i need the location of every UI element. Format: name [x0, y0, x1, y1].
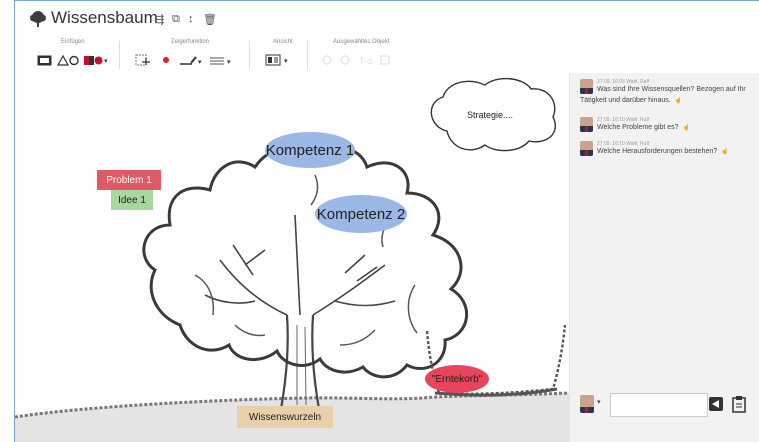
line-style-button[interactable]: ▾: [209, 53, 233, 67]
strategie-cloud-label[interactable]: Strategie....: [445, 105, 535, 125]
image-icon: [37, 55, 52, 65]
avatar: [580, 79, 593, 94]
group-label-einfuegen: Einfügen: [61, 39, 85, 45]
avatar: [580, 141, 593, 156]
tree-drawing: [15, 78, 569, 442]
share-icon[interactable]: ⇶: [155, 13, 164, 26]
chat-message: 27.09. 16:10 Wahl, Ralf Welche Herausfor…: [580, 141, 758, 161]
message-meta: 27.09. 16:03 Wahl, Ralf: [597, 79, 650, 85]
wissenswurzeln-label: Wissenswurzeln: [248, 411, 322, 423]
pen-tool-button[interactable]: ▾: [179, 53, 203, 67]
user-select-button[interactable]: ▾: [580, 395, 604, 413]
line-style-icon: ▾: [210, 57, 231, 66]
kompetenz-1-ellipse[interactable]: Kompetenz 1: [265, 132, 355, 168]
disabled-object-icons: T O: [322, 55, 390, 66]
message-text: Welche Herausforderungen bestehen? ☝: [597, 148, 729, 155]
insert-color-button[interactable]: ▾: [83, 53, 109, 67]
message-meta: 27.09. 16:10 Wahl, Ralf: [597, 117, 650, 123]
svg-text:▾: ▾: [104, 58, 108, 65]
group-label-ansicht: Ansicht: [273, 39, 293, 45]
chevron-down-icon: ▾: [597, 399, 601, 406]
message-meta: 27.09. 16:10 Wahl, Ralf: [597, 141, 650, 147]
wissenswurzeln-box[interactable]: Wissenswurzeln: [237, 406, 333, 428]
kompetenz-2-label: Kompetenz 2: [316, 205, 406, 223]
avatar: [580, 117, 593, 132]
message-text-continued: Tätigkeit und darüber hinaus. ☝: [580, 97, 683, 104]
strategie-label: Strategie....: [466, 110, 514, 120]
svg-text:▾: ▾: [198, 59, 202, 66]
copy-icon[interactable]: ⧉: [172, 13, 180, 26]
ribbon-toolbar: Einfügen ▾ Zeigerfunktion ▾ ▾ Ansicht ▾: [15, 39, 759, 73]
title-bar: Wissensbaum ⇶ ⧉ ↕ 🗑: [15, 1, 759, 35]
chat-input[interactable]: [610, 393, 708, 417]
insert-shape-button[interactable]: [57, 53, 79, 67]
pen-icon: ▾: [180, 55, 202, 66]
like-icon[interactable]: ☝: [675, 98, 682, 104]
view-button[interactable]: ▾: [265, 53, 291, 67]
avatar: [580, 395, 594, 413]
trash-icon[interactable]: 🗑: [203, 13, 217, 26]
shapes-icon: [57, 54, 79, 66]
idee-1-note[interactable]: Idee 1: [111, 190, 153, 210]
select-tool-button[interactable]: [135, 53, 153, 67]
svg-text:O: O: [367, 59, 373, 66]
chat-message: 27.09. 16:03 Wahl, Ralf Was sind Ihre Wi…: [580, 79, 758, 109]
red-dot-icon: [163, 57, 169, 63]
chat-message: 27.09. 16:10 Wahl, Ralf Welche Probleme …: [580, 117, 758, 137]
svg-text:T: T: [359, 56, 365, 66]
app-title: Wissensbaum: [51, 8, 158, 27]
svg-text:▾: ▾: [227, 59, 231, 66]
insert-image-button[interactable]: [37, 53, 53, 67]
kompetenz-1-label: Kompetenz 1: [265, 141, 355, 159]
object-actions[interactable]: T O: [321, 53, 401, 67]
send-icon[interactable]: [708, 396, 724, 412]
message-text: Was sind Ihre Wissensquellen? Bezogen au…: [597, 86, 746, 93]
group-label-ausgewaehltes-objekt: Ausgewähltes Objekt: [333, 39, 390, 45]
problem-1-note[interactable]: Problem 1: [97, 170, 161, 190]
sort-icon[interactable]: ↕: [188, 13, 194, 25]
erntekorb-label: "Erntekorb": [431, 373, 483, 385]
like-icon[interactable]: ☝: [683, 125, 690, 131]
kompetenz-2-ellipse[interactable]: Kompetenz 2: [315, 195, 407, 233]
group-label-zeigerfunktion: Zeigerfunktion: [171, 39, 210, 45]
view-icon: ▾: [265, 54, 288, 66]
app-window: Wissensbaum ⇶ ⧉ ↕ 🗑 Einfügen ▾ Zeigerfun…: [14, 0, 759, 442]
chat-panel: 27.09. 16:03 Wahl, Ralf Was sind Ihre Wi…: [569, 73, 759, 442]
whiteboard-canvas[interactable]: Kompetenz 1 Kompetenz 2 Strategie.... Pr…: [15, 75, 569, 442]
like-icon[interactable]: ☝: [721, 149, 728, 155]
idee-1-label: Idee 1: [118, 194, 146, 206]
tree-icon: [30, 11, 46, 27]
problem-1-label: Problem 1: [106, 174, 152, 186]
pointer-dot-button[interactable]: [161, 53, 171, 67]
select-icon: [135, 54, 150, 66]
clipboard-icon[interactable]: [732, 395, 746, 413]
color-shape-icon: ▾: [84, 55, 108, 65]
svg-text:▾: ▾: [284, 58, 288, 65]
chat-composer: ▾: [580, 391, 758, 417]
erntekorb-ellipse[interactable]: "Erntekorb": [425, 365, 489, 393]
message-text: Welche Probleme gibt es? ☝: [597, 124, 691, 131]
